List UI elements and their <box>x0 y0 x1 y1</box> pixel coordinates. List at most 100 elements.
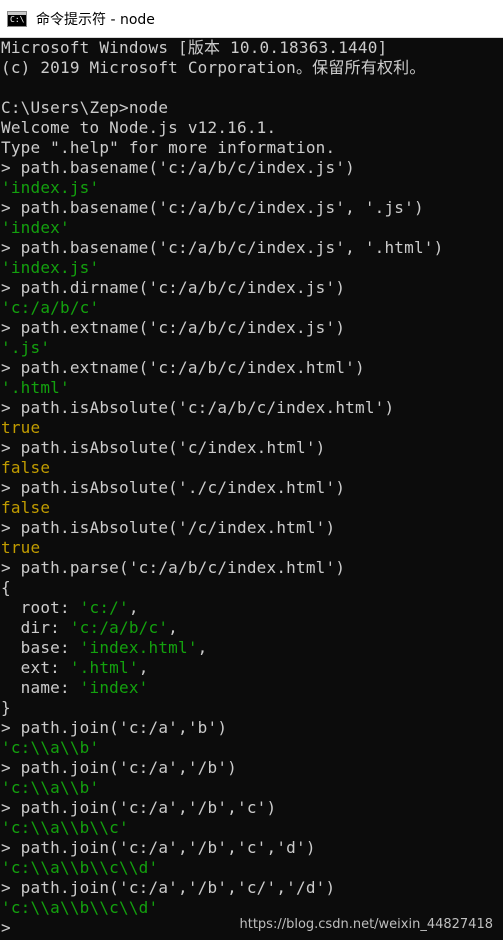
console-line: > path.extname('c:/a/b/c/index.html') <box>1 358 503 378</box>
string-output: 'c:\\a\\b' <box>1 738 100 757</box>
string-output: 'index.js' <box>1 178 100 197</box>
console-text: > path.join('c:/a','/b') <box>1 758 237 777</box>
console-text: > path.isAbsolute('c/index.html') <box>1 438 326 457</box>
console-line: (c) 2019 Microsoft Corporation。保留所有权利。 <box>1 58 503 78</box>
console-line: 'c:\\a\\b' <box>1 778 503 798</box>
console-line: dir: 'c:/a/b/c', <box>1 618 503 638</box>
console-line: > path.isAbsolute('./c/index.html') <box>1 478 503 498</box>
console-line: > path.isAbsolute('/c/index.html') <box>1 518 503 538</box>
console-line: > path.join('c:/a','/b') <box>1 758 503 778</box>
console-window: C:\ 命令提示符 - node Microsoft Windows [版本 1… <box>0 0 503 940</box>
console-line: 'index.js' <box>1 258 503 278</box>
cmd-app-icon-label: C:\ <box>10 14 25 24</box>
console-text: > path.isAbsolute('/c/index.html') <box>1 518 336 537</box>
string-output: 'c:/' <box>79 598 129 617</box>
console-text: > path.join('c:/a','/b','c','d') <box>1 838 316 857</box>
console-text: > path.join('c:/a','/b','c/','/d') <box>1 878 336 897</box>
console-line: Microsoft Windows [版本 10.0.18363.1440] <box>1 38 503 58</box>
console-line: > path.join('c:/a','b') <box>1 718 503 738</box>
string-output: 'index.html' <box>79 638 198 657</box>
console-line: false <box>1 458 503 478</box>
console-text: Welcome to Node.js v12.16.1. <box>1 118 277 137</box>
watermark: https://blog.csdn.net/weixin_44827418 <box>239 917 493 932</box>
console-text: { <box>1 578 11 597</box>
console-line: > path.isAbsolute('c/index.html') <box>1 438 503 458</box>
string-output: 'c:\\a\\b\\c\\d' <box>1 898 159 917</box>
console-line: > path.basename('c:/a/b/c/index.js', '.h… <box>1 238 503 258</box>
console-line: Type ".help" for more information. <box>1 138 503 158</box>
console-text: (c) 2019 Microsoft Corporation。保留所有权利。 <box>1 58 426 77</box>
console-line: > path.join('c:/a','/b','c') <box>1 798 503 818</box>
console-text: > path.extname('c:/a/b/c/index.js') <box>1 318 346 337</box>
console-line: base: 'index.html', <box>1 638 503 658</box>
console-line: 'c:\\a\\b\\c' <box>1 818 503 838</box>
console-line: root: 'c:/', <box>1 598 503 618</box>
console-line: } <box>1 698 503 718</box>
console-line: C:\Users\Zep>node <box>1 98 503 118</box>
string-output: 'index' <box>79 678 149 697</box>
string-output: '.html' <box>69 658 139 677</box>
console-text: > path.isAbsolute('c:/a/b/c/index.html') <box>1 398 395 417</box>
console-line: '.js' <box>1 338 503 358</box>
console-text: > path.isAbsolute('./c/index.html') <box>1 478 346 497</box>
console-text: C:\Users\Zep>node <box>1 98 169 117</box>
console-text: > <box>1 918 11 937</box>
console-line: 'c:/a/b/c' <box>1 298 503 318</box>
console-text: , <box>128 598 139 617</box>
title-bar[interactable]: C:\ 命令提示符 - node <box>0 0 503 38</box>
console-text: > path.join('c:/a','b') <box>1 718 228 737</box>
console-line: > path.join('c:/a','/b','c','d') <box>1 838 503 858</box>
console-text: Type ".help" for more information. <box>1 138 336 157</box>
console-line: 'index' <box>1 218 503 238</box>
boolean-output: true <box>1 538 41 557</box>
string-output: 'index' <box>1 218 70 237</box>
console-line: > path.basename('c:/a/b/c/index.js', '.j… <box>1 198 503 218</box>
console-line: 'c:\\a\\b\\c\\d' <box>1 858 503 878</box>
console-line: { <box>1 578 503 598</box>
console-line: > path.extname('c:/a/b/c/index.js') <box>1 318 503 338</box>
console-text: > path.dirname('c:/a/b/c/index.js') <box>1 278 346 297</box>
console-line: ext: '.html', <box>1 658 503 678</box>
boolean-output: false <box>1 458 51 477</box>
console-line: 'c:\\a\\b\\c\\d' <box>1 898 503 918</box>
console-text: > path.basename('c:/a/b/c/index.js', '.h… <box>1 238 444 257</box>
console-text: > path.extname('c:/a/b/c/index.html') <box>1 358 365 377</box>
console-line: > path.parse('c:/a/b/c/index.html') <box>1 558 503 578</box>
string-output: 'index.js' <box>1 258 100 277</box>
console-text: > path.parse('c:/a/b/c/index.html') <box>1 558 346 577</box>
console-line: > path.basename('c:/a/b/c/index.js') <box>1 158 503 178</box>
console-text: , <box>197 638 208 657</box>
console-text: root: <box>1 598 80 617</box>
string-output: 'c:\\a\\b\\c\\d' <box>1 858 159 877</box>
console-text: , <box>168 618 179 637</box>
window-title: 命令提示符 - node <box>36 11 155 28</box>
console-line: > path.dirname('c:/a/b/c/index.js') <box>1 278 503 298</box>
console-text: , <box>138 658 149 677</box>
console-text: base: <box>1 638 80 657</box>
string-output: 'c:\\a\\b' <box>1 778 100 797</box>
console-line: '.html' <box>1 378 503 398</box>
console-output[interactable]: Microsoft Windows [版本 10.0.18363.1440] (c… <box>0 38 503 940</box>
console-line: Welcome to Node.js v12.16.1. <box>1 118 503 138</box>
console-line: false <box>1 498 503 518</box>
string-output: 'c:\\a\\b\\c' <box>1 818 129 837</box>
string-output: 'c:/a/b/c' <box>69 618 169 637</box>
string-output: '.html' <box>1 378 70 397</box>
console-line: name: 'index' <box>1 678 503 698</box>
console-line: true <box>1 418 503 438</box>
cmd-app-icon: C:\ <box>7 10 27 27</box>
console-line: 'c:\\a\\b' <box>1 738 503 758</box>
console-text: name: <box>1 678 80 697</box>
console-text: Microsoft Windows [版本 10.0.18363.1440] <box>1 38 388 57</box>
console-line: > path.join('c:/a','/b','c/','/d') <box>1 878 503 898</box>
string-output: '.js' <box>1 338 51 357</box>
boolean-output: true <box>1 418 41 437</box>
console-line: 'index.js' <box>1 178 503 198</box>
console-text: > path.join('c:/a','/b','c') <box>1 798 277 817</box>
string-output: 'c:/a/b/c' <box>1 298 100 317</box>
console-text: dir: <box>1 618 70 637</box>
console-text: ext: <box>1 658 70 677</box>
boolean-output: false <box>1 498 51 517</box>
console-text: > path.basename('c:/a/b/c/index.js') <box>1 158 355 177</box>
